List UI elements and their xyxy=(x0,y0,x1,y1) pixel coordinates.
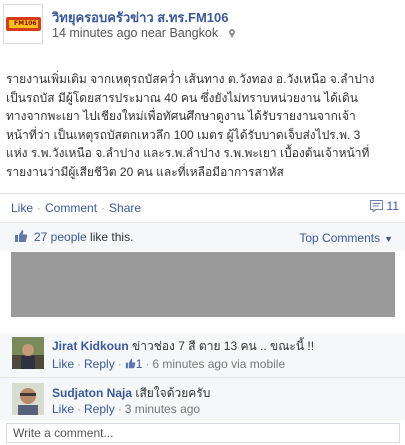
commenter-name[interactable]: Jirat Kidkoun xyxy=(52,339,129,353)
commenter-avatar[interactable] xyxy=(12,383,44,415)
page-name-link[interactable]: วิทยุครอบครัวข่าว ส.ทร.FM106 xyxy=(52,7,228,28)
thumbs-up-icon xyxy=(125,358,136,369)
post-body-line: ทางจากพะเยา ไปเชียงใหม่เพื่อทัศนศึกษาดูง… xyxy=(6,109,356,123)
comment-sort-label: Top Comments xyxy=(299,231,381,245)
separator-dot: · xyxy=(117,402,122,416)
comment-likes-value: 1 xyxy=(135,357,143,371)
post-meta: 14 minutes ago near Bangkok xyxy=(52,26,237,40)
comment-likes-count[interactable]: 1 xyxy=(125,357,143,371)
comment-text: เสียใจด้วยครับ xyxy=(132,386,211,400)
comment-body: Jirat Kidkoun ข่าวช่อง 7 สี ตาย 13 คน ..… xyxy=(52,337,314,356)
post-timestamp[interactable]: 14 minutes ago near Bangkok xyxy=(52,26,218,40)
post-body-line: แห่ง ร.พ.วังเหนือ จ.ลำปาง และร.พ.ลำปาง ร… xyxy=(6,146,370,160)
comment-meta: Like · Reply · 1 · 6 minutes ago via mobile xyxy=(52,357,285,371)
commenter-avatar[interactable] xyxy=(12,337,44,369)
likes-summary: 27 people like this. xyxy=(34,230,133,244)
share-button[interactable]: Share xyxy=(109,201,141,215)
like-button[interactable]: Like xyxy=(11,201,33,215)
comment-button[interactable]: Comment xyxy=(45,201,97,215)
comment-reply-button[interactable]: Reply xyxy=(84,402,115,416)
comment-meta: Like · Reply · 3 minutes ago xyxy=(52,402,200,416)
comment-sort-dropdown[interactable]: Top Comments ▼ xyxy=(299,231,393,245)
comment-reply-button[interactable]: Reply xyxy=(84,357,115,371)
post-actions: Like · Comment · Share xyxy=(11,201,141,215)
separator-dot: · xyxy=(145,357,150,371)
comment-time[interactable]: 6 minutes ago via mobile xyxy=(152,357,285,371)
comment-body: Sudjaton Naja เสียใจด้วยครับ xyxy=(52,384,210,403)
redacted-comment xyxy=(11,252,395,317)
comment-count[interactable]: 11 xyxy=(369,199,399,213)
page-avatar[interactable]: FM106 xyxy=(3,4,43,44)
likes-people-link[interactable]: 27 people xyxy=(34,230,87,244)
comment-count-value: 11 xyxy=(386,199,399,213)
separator-dot: · xyxy=(117,357,122,371)
separator-dot: · xyxy=(77,357,82,371)
thumbs-up-icon xyxy=(15,230,28,242)
post-body-line: หน้าที่ว่า เป็นเหตุรถบัสตกเหวลึก 100 เมต… xyxy=(6,127,361,142)
post-header: FM106 วิทยุครอบครัวข่าว ส.ทร.FM106 14 mi… xyxy=(0,0,405,58)
comment-time[interactable]: 3 minutes ago xyxy=(125,402,200,416)
comment-item: Sudjaton Naja เสียใจด้วยครับ Like · Reply ·… xyxy=(0,378,405,420)
separator-dot: · xyxy=(37,201,42,215)
comment-bubble-icon xyxy=(369,200,383,212)
divider xyxy=(0,193,405,194)
location-pin-icon xyxy=(228,29,235,38)
post-body-line: เป็นรถบัส มีผู้โดยสารประมาณ 40 คน ซึ่งยั… xyxy=(6,90,358,105)
chevron-down-icon: ▼ xyxy=(384,234,393,244)
separator-dot: · xyxy=(101,201,106,215)
post-body-line: รายงานว่ามีผู้เสียชีวิต 20 คน และที่เหลื… xyxy=(6,164,284,179)
post-body-line: รายงานเพิ่มเติม จากเหตุรถบัสคว่ำ เส้นทาง… xyxy=(6,72,375,86)
avatar-logo-text: FM106 xyxy=(14,20,37,27)
likes-row: 27 people like this. Top Comments ▼ xyxy=(0,223,405,251)
comment-item: Jirat Kidkoun ข่าวช่อง 7 สี ตาย 13 คน ..… xyxy=(0,333,405,377)
likes-suffix: like this. xyxy=(86,230,134,244)
comment-like-button[interactable]: Like xyxy=(52,402,74,416)
separator-dot: · xyxy=(77,402,82,416)
avatar-photo xyxy=(12,337,44,369)
comment-input[interactable]: Write a comment... xyxy=(6,423,400,443)
commenter-name[interactable]: Sudjaton Naja xyxy=(52,386,132,400)
avatar-photo xyxy=(12,383,44,415)
post-body: รายงานเพิ่มเติม จากเหตุรถบัสคว่ำ เส้นทาง… xyxy=(6,70,398,181)
comment-text: ข่าวช่อง 7 สี ตาย 13 คน .. ขณะนี้ !! xyxy=(128,339,315,353)
comment-like-button[interactable]: Like xyxy=(52,357,74,371)
